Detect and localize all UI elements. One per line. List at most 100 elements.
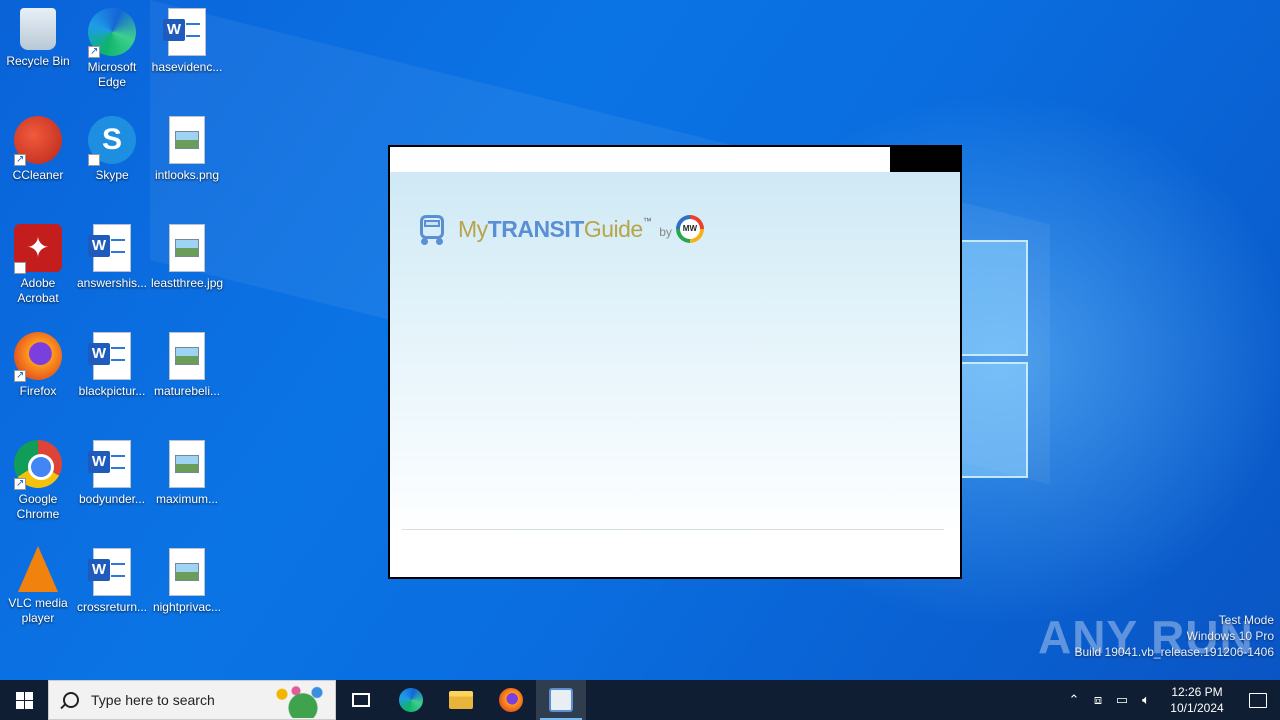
word-document-icon: W bbox=[88, 224, 131, 272]
mytransitguide-splash-window[interactable]: MyTRANSITGuide™ by MW bbox=[388, 145, 962, 579]
taskbar-clock[interactable]: 12:26 PM 10/1/2024 bbox=[1158, 684, 1236, 716]
desktop: Recycle Bin CCleaner ✦ Adobe Acrobat Fir… bbox=[0, 0, 1280, 680]
desktop-icon-answershis[interactable]: W answershis... bbox=[74, 218, 150, 318]
taskbar-file-explorer[interactable] bbox=[436, 680, 486, 720]
desktop-icon-label: crossreturn... bbox=[76, 600, 148, 614]
taskbar: Type here to search ⌃ ⧈ ▭ 🔈︎ 12:26 PM 10… bbox=[0, 680, 1280, 720]
image-file-icon bbox=[169, 224, 205, 272]
file-explorer-icon bbox=[449, 691, 473, 709]
taskbar-search-box[interactable]: Type here to search bbox=[48, 680, 336, 720]
windows-watermark: Test Mode Windows 10 Pro Build 19041.vb_… bbox=[1075, 612, 1275, 660]
desktop-icon-label: intlooks.png bbox=[154, 168, 220, 182]
logo-pane bbox=[960, 240, 1028, 356]
logo-pane bbox=[960, 362, 1028, 478]
search-highlight-art-icon bbox=[261, 684, 331, 718]
desktop-icon-microsoft-edge[interactable]: Microsoft Edge bbox=[74, 2, 150, 102]
clock-time: 12:26 PM bbox=[1171, 685, 1223, 699]
notification-icon bbox=[1249, 692, 1267, 708]
splash-body: MyTRANSITGuide™ by MW bbox=[390, 172, 960, 537]
desktop-icon-recycle-bin[interactable]: Recycle Bin bbox=[0, 2, 76, 102]
desktop-icon-maturebeli[interactable]: maturebeli... bbox=[149, 326, 225, 426]
ccleaner-icon bbox=[14, 116, 62, 167]
desktop-icon-label: answershis... bbox=[76, 276, 148, 290]
image-file-icon bbox=[169, 332, 205, 380]
shortcut-arrow-icon bbox=[88, 152, 100, 200]
watermark-edition: Windows 10 Pro bbox=[1186, 629, 1274, 643]
desktop-icon-adobe-acrobat[interactable]: ✦ Adobe Acrobat bbox=[0, 218, 76, 318]
firefox-icon bbox=[499, 688, 523, 712]
desktop-icon-label: CCleaner bbox=[12, 168, 64, 182]
desktop-icon-label: Adobe Acrobat bbox=[17, 276, 59, 305]
firefox-icon bbox=[14, 332, 62, 383]
brand-logo: MyTRANSITGuide™ by MW bbox=[418, 212, 704, 246]
start-button[interactable] bbox=[0, 680, 48, 720]
desktop-icon-label: maximum... bbox=[155, 492, 218, 506]
shortcut-arrow-icon bbox=[88, 44, 100, 59]
desktop-icon-crossreturn[interactable]: W crossreturn... bbox=[74, 542, 150, 642]
desktop-icon-label: Skype bbox=[95, 168, 129, 182]
desktop-icon-label: Firefox bbox=[19, 384, 57, 398]
desktop-icon-label: nightprivac... bbox=[152, 600, 222, 614]
taskbar-mytransitguide[interactable] bbox=[536, 680, 586, 720]
skype-icon: S bbox=[88, 116, 136, 200]
brand-by: by bbox=[659, 225, 672, 239]
bus-icon bbox=[418, 213, 446, 245]
desktop-icon-hasevidenc[interactable]: W hasevidenc... bbox=[149, 2, 225, 102]
search-placeholder: Type here to search bbox=[91, 692, 215, 708]
desktop-icon-label: Recycle Bin bbox=[6, 54, 70, 68]
desktop-icon-label: hasevidenc... bbox=[151, 60, 223, 74]
watermark-test-mode: Test Mode bbox=[1218, 613, 1274, 627]
taskbar-firefox[interactable] bbox=[486, 680, 536, 720]
desktop-icon-maximum[interactable]: maximum... bbox=[149, 434, 225, 534]
windows-start-icon bbox=[16, 692, 24, 700]
taskbar-edge[interactable] bbox=[386, 680, 436, 720]
desktop-icon-skype[interactable]: S Skype bbox=[74, 110, 150, 210]
desktop-icon-label: Microsoft Edge bbox=[87, 60, 137, 89]
chrome-icon bbox=[14, 440, 62, 491]
trademark-mark: ™ bbox=[642, 215, 652, 226]
desktop-icon-bodyunder[interactable]: W bodyunder... bbox=[74, 434, 150, 534]
desktop-icon-label: Google Chrome bbox=[16, 492, 60, 521]
image-file-icon bbox=[169, 440, 205, 488]
desktop-icon-firefox[interactable]: Firefox bbox=[0, 326, 76, 426]
network-icon[interactable]: ▭ bbox=[1110, 680, 1134, 720]
desktop-icon-vlc[interactable]: VLC media player bbox=[0, 542, 76, 642]
window-titlebar[interactable] bbox=[390, 147, 960, 172]
brand-transit: TRANSIT bbox=[487, 215, 585, 242]
brand-guide: Guide bbox=[583, 215, 643, 242]
recycle-bin-icon bbox=[20, 8, 56, 50]
shortcut-arrow-icon bbox=[14, 152, 26, 167]
desktop-icon-ccleaner[interactable]: CCleaner bbox=[0, 110, 76, 210]
desktop-icon-leastthree[interactable]: leastthree.jpg bbox=[149, 218, 225, 318]
window-titlebar-black-corner bbox=[890, 147, 960, 172]
desktop-icon-label: VLC media player bbox=[8, 596, 68, 625]
mytransitguide-icon bbox=[549, 688, 573, 712]
desktop-icon-nightprivac[interactable]: nightprivac... bbox=[149, 542, 225, 642]
shortcut-arrow-icon bbox=[14, 476, 26, 491]
tray-app-icon[interactable]: ⧈ bbox=[1086, 680, 1110, 720]
action-center-button[interactable] bbox=[1236, 680, 1280, 720]
desktop-icon-google-chrome[interactable]: Google Chrome bbox=[0, 434, 76, 534]
task-view-icon bbox=[352, 693, 370, 707]
search-icon bbox=[63, 692, 79, 708]
desktop-icon-blackpictur[interactable]: W blackpictur... bbox=[74, 326, 150, 426]
tray-overflow-chevron-up-icon[interactable]: ⌃ bbox=[1062, 680, 1086, 720]
windows-logo-wallpaper bbox=[960, 240, 1030, 480]
desktop-icon-label: maturebeli... bbox=[153, 384, 221, 398]
shortcut-arrow-icon bbox=[14, 260, 26, 308]
edge-icon bbox=[399, 688, 423, 712]
desktop-icon-intlooks[interactable]: intlooks.png bbox=[149, 110, 225, 210]
badge-text: MW bbox=[679, 219, 700, 239]
word-document-icon: W bbox=[88, 548, 131, 596]
image-file-icon bbox=[169, 548, 205, 596]
clock-date: 10/1/2024 bbox=[1170, 701, 1224, 715]
desktop-icon-label: bodyunder... bbox=[78, 492, 146, 506]
watermark-build: Build 19041.vb_release.191206-1406 bbox=[1074, 645, 1275, 659]
volume-icon[interactable]: 🔈︎ bbox=[1134, 680, 1158, 720]
splash-divider bbox=[402, 529, 944, 530]
brand-wordmark: MyTRANSITGuide™ bbox=[458, 215, 652, 243]
word-document-icon: W bbox=[88, 440, 131, 488]
shortcut-arrow-icon bbox=[14, 368, 26, 383]
desktop-icon-label: leastthree.jpg bbox=[151, 276, 224, 290]
taskbar-task-view[interactable] bbox=[336, 680, 386, 720]
